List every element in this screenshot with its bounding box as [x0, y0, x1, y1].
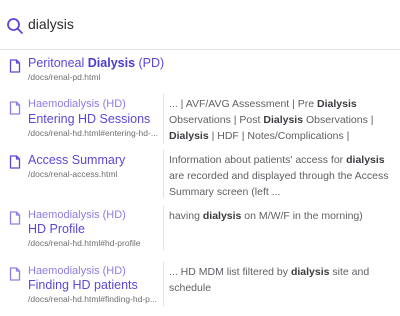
result-path: /docs/renal-hd.html#hd-profile [28, 238, 141, 248]
search-icon [7, 18, 23, 34]
result-divider [163, 150, 164, 198]
result-path: /docs/renal-hd.html#finding-hd-p... [28, 294, 157, 304]
search-input[interactable] [28, 12, 388, 36]
result-excerpt: Information about patients' access for d… [169, 152, 393, 200]
document-icon [9, 155, 21, 169]
result-breadcrumb: Haemodialysis (HD) [28, 265, 126, 277]
search-result-peritoneal-dialysis[interactable]: Peritoneal Dialysis (PD) /docs/renal-pd.… [0, 50, 400, 94]
result-title: Access Summary [28, 153, 126, 167]
excerpt-text: Information about patients' access for [169, 154, 347, 166]
result-breadcrumb: Haemodialysis (HD) [28, 98, 126, 110]
excerpt-highlight: Dialysis [317, 98, 357, 110]
excerpt-text: Observations | [303, 114, 374, 126]
result-divider [163, 262, 164, 306]
search-result-hd-profile[interactable]: Haemodialysis (HD) HD Profile /docs/rena… [0, 206, 400, 252]
result-excerpt: ... | AVF/AVG Assessment | Pre Dialysis … [169, 96, 393, 144]
excerpt-text: ... | AVF/AVG Assessment | Pre [169, 98, 318, 110]
result-excerpt: ... HD MDM list filtered by dialysis sit… [169, 264, 393, 296]
result-title: HD Profile [28, 222, 85, 236]
excerpt-highlight: Dialysis [263, 114, 304, 126]
search-result-finding-hd-patients[interactable]: Haemodialysis (HD) Finding HD patients /… [0, 262, 400, 312]
excerpt-highlight: dialysis [290, 266, 330, 278]
document-icon [9, 101, 21, 115]
excerpt-text: Observations | Post [169, 114, 264, 126]
excerpt-highlight: dialysis [202, 210, 242, 222]
result-divider [163, 94, 164, 144]
result-path: /docs/renal-pd.html [28, 72, 101, 82]
result-title: Peritoneal Dialysis (PD) [28, 56, 165, 70]
excerpt-text: ... HD MDM list filtered by [169, 266, 291, 278]
result-path: /docs/renal-hd.html#entering-hd-... [28, 128, 158, 138]
result-breadcrumb: Haemodialysis (HD) [28, 209, 126, 221]
search-result-entering-hd-sessions[interactable]: Haemodialysis (HD) Entering HD Sessions … [0, 94, 400, 146]
excerpt-text: | HDF | Notes/Complications | [208, 130, 350, 142]
search-result-access-summary[interactable]: Access Summary /docs/renal-access.html I… [0, 150, 400, 200]
excerpt-text: are recorded and displayed through the A… [169, 170, 389, 198]
result-title: Finding HD patients [28, 278, 138, 292]
excerpt-text: on M/W/F in the morning) [241, 210, 363, 222]
document-icon [9, 267, 21, 281]
result-divider [163, 206, 164, 250]
result-excerpt: having dialysis on M/W/F in the morning) [169, 208, 393, 224]
result-title: Entering HD Sessions [28, 112, 151, 126]
excerpt-highlight: Dialysis [169, 130, 209, 142]
document-icon [9, 211, 21, 225]
excerpt-text: having [169, 210, 203, 222]
result-path: /docs/renal-access.html [28, 169, 118, 179]
document-icon [9, 59, 21, 73]
search-bar [0, 0, 400, 50]
excerpt-highlight: dialysis [346, 154, 385, 166]
